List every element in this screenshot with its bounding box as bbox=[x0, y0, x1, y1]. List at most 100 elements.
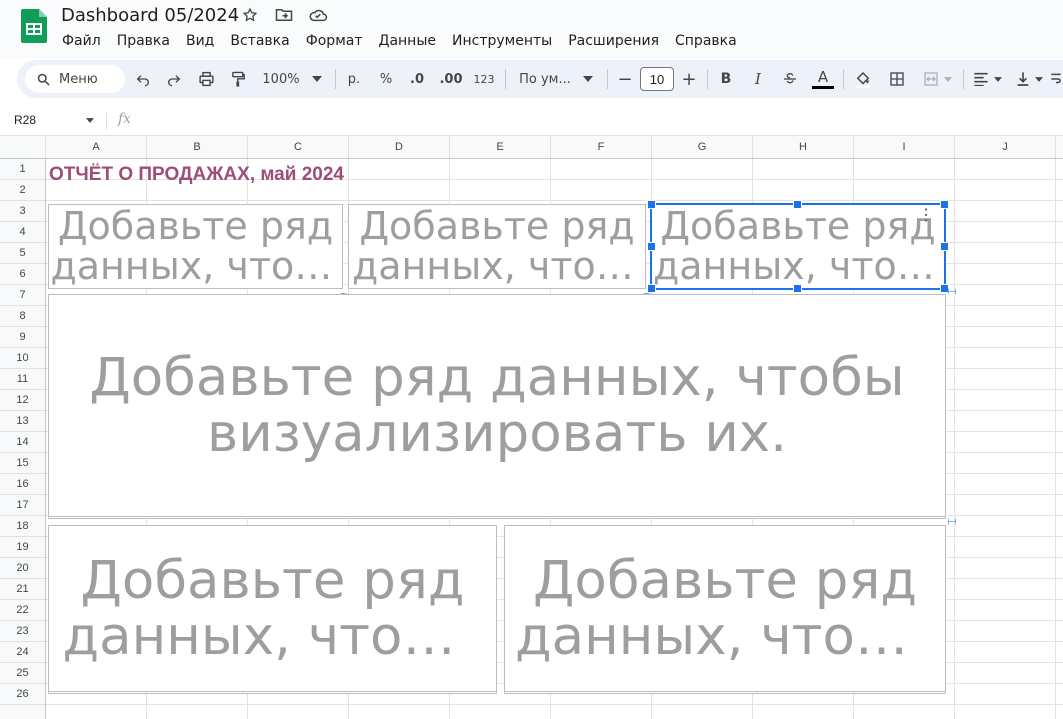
vertical-align-icon[interactable] bbox=[1011, 60, 1047, 98]
merge-cells-icon[interactable] bbox=[917, 60, 957, 98]
chart-placeholder-2[interactable]: Добавьте ряд данных, чтоб... bbox=[348, 204, 646, 289]
column-header[interactable]: J bbox=[955, 136, 1056, 158]
chart-message-line2: данных, чтоб... bbox=[50, 246, 341, 287]
column-header[interactable]: I bbox=[854, 136, 955, 158]
report-title-cell[interactable]: ОТЧЁТ О ПРОДАЖАХ, май 2024 bbox=[49, 164, 344, 186]
column-header[interactable]: H bbox=[753, 136, 854, 158]
chart-message: Добавьте ряд данных, чтобы... bbox=[63, 553, 483, 664]
percent-format-button[interactable]: % bbox=[375, 60, 397, 98]
paint-format-icon[interactable] bbox=[226, 60, 250, 98]
column-header[interactable]: E bbox=[450, 136, 551, 158]
row-header[interactable]: 22 bbox=[0, 600, 45, 621]
column-header[interactable]: G bbox=[652, 136, 753, 158]
font-size-input[interactable]: 10 bbox=[640, 67, 674, 91]
menu-insert[interactable]: Вставка bbox=[222, 31, 297, 51]
resize-handle[interactable] bbox=[940, 200, 949, 209]
row-header[interactable]: 23 bbox=[0, 621, 45, 642]
resize-handle[interactable] bbox=[647, 200, 656, 209]
more-formats-button[interactable]: 123 bbox=[471, 60, 497, 98]
strikethrough-icon[interactable] bbox=[779, 60, 801, 98]
bold-button[interactable]: B bbox=[715, 60, 737, 98]
column-header[interactable]: C bbox=[248, 136, 349, 158]
row-header[interactable]: 19 bbox=[0, 537, 45, 558]
row-header[interactable]: 25 bbox=[0, 663, 45, 684]
menu-edit[interactable]: Правка bbox=[109, 31, 178, 51]
row-header[interactable]: 11 bbox=[0, 369, 45, 390]
row-header[interactable]: 15 bbox=[0, 453, 45, 474]
chart-message-line2: данных, чтоб... bbox=[352, 246, 642, 287]
undo-icon[interactable] bbox=[131, 60, 155, 98]
row-header[interactable]: 2 bbox=[0, 180, 45, 201]
increase-font-size-button[interactable]: + bbox=[679, 60, 699, 98]
row-header[interactable]: 13 bbox=[0, 411, 45, 432]
resize-handle[interactable] bbox=[940, 242, 949, 251]
chart-placeholder-5[interactable]: Добавьте ряд данных, чтобы... bbox=[504, 525, 946, 694]
chart-message-line1: Добавьте ряд bbox=[359, 206, 635, 247]
row-header[interactable]: 5 bbox=[0, 243, 45, 264]
sheets-logo-icon[interactable] bbox=[21, 9, 47, 43]
chart-placeholder-3-selected[interactable]: Добавьте ряд данных, чтоб... ⋮ bbox=[650, 203, 946, 290]
move-to-folder-icon[interactable] bbox=[274, 5, 294, 25]
print-icon[interactable] bbox=[194, 60, 218, 98]
row-header[interactable]: 10 bbox=[0, 348, 45, 369]
decrease-font-size-button[interactable]: − bbox=[615, 60, 635, 98]
chart-menu-icon[interactable]: ⋮ bbox=[918, 208, 934, 224]
redo-icon[interactable] bbox=[162, 60, 186, 98]
resize-handle[interactable] bbox=[793, 200, 802, 209]
row-header[interactable]: 9 bbox=[0, 327, 45, 348]
chevron-down-icon[interactable] bbox=[86, 118, 94, 123]
row-header[interactable]: 17 bbox=[0, 495, 45, 516]
star-icon[interactable] bbox=[240, 5, 260, 25]
borders-icon[interactable] bbox=[885, 60, 909, 98]
document-title[interactable]: Dashboard 05/2024 bbox=[61, 5, 239, 26]
font-family-select[interactable]: По ум... bbox=[513, 60, 599, 98]
chart-placeholder-4[interactable]: Добавьте ряд данных, чтобы... bbox=[48, 525, 497, 694]
chart-placeholder-1[interactable]: Добавьте ряд данных, чтоб... bbox=[48, 204, 343, 289]
italic-button[interactable]: I bbox=[747, 60, 769, 98]
row-header[interactable]: 14 bbox=[0, 432, 45, 453]
menu-tools[interactable]: Инструменты bbox=[444, 31, 560, 51]
zoom-select[interactable]: 100% bbox=[257, 60, 327, 98]
row-header[interactable]: 16 bbox=[0, 474, 45, 495]
select-all-corner[interactable] bbox=[0, 136, 46, 158]
row-header[interactable]: 6 bbox=[0, 264, 45, 285]
row-header[interactable]: 26 bbox=[0, 684, 45, 705]
row-header[interactable]: 20 bbox=[0, 558, 45, 579]
row-header[interactable]: 12 bbox=[0, 390, 45, 411]
menu-format[interactable]: Формат bbox=[298, 31, 371, 51]
menu-help[interactable]: Справка bbox=[667, 31, 745, 51]
increase-decimal-button[interactable]: .00 bbox=[437, 60, 465, 98]
fill-color-icon[interactable] bbox=[851, 60, 875, 98]
chart-message: Добавьте ряд данных, чтоб... bbox=[653, 207, 943, 287]
chevron-down-icon bbox=[943, 76, 952, 82]
chart-placeholder-main[interactable]: Добавьте ряд данных, чтобы визуализирова… bbox=[48, 294, 946, 519]
column-header[interactable]: A bbox=[46, 136, 147, 158]
row-header[interactable]: 7 bbox=[0, 285, 45, 306]
menu-file[interactable]: Файл bbox=[54, 31, 109, 51]
search-menus-input[interactable]: Меню bbox=[25, 65, 125, 93]
row-header[interactable]: 24 bbox=[0, 642, 45, 663]
column-header[interactable]: D bbox=[349, 136, 450, 158]
column-header[interactable]: B bbox=[147, 136, 248, 158]
column-header[interactable]: F bbox=[551, 136, 652, 158]
row-header[interactable]: 4 bbox=[0, 222, 45, 243]
row-header[interactable]: 18 bbox=[0, 516, 45, 537]
toolbar: Меню 100% р. % .0 .00 123 По ум... − 10 … bbox=[17, 60, 1063, 98]
text-color-button[interactable]: A bbox=[811, 60, 835, 98]
row-header[interactable]: 8 bbox=[0, 306, 45, 327]
menu-view[interactable]: Вид bbox=[178, 31, 222, 51]
resize-handle[interactable] bbox=[793, 284, 802, 293]
decrease-decimal-button[interactable]: .0 bbox=[405, 60, 429, 98]
name-box[interactable]: R28 bbox=[14, 113, 36, 127]
menu-extensions[interactable]: Расширения bbox=[560, 31, 667, 51]
row-header[interactable]: 3 bbox=[0, 201, 45, 222]
horizontal-align-icon[interactable] bbox=[969, 60, 1005, 98]
cloud-saved-icon[interactable] bbox=[308, 5, 328, 25]
currency-format-button[interactable]: р. bbox=[343, 60, 365, 98]
search-icon bbox=[37, 73, 50, 86]
menu-data[interactable]: Данные bbox=[371, 31, 445, 51]
text-wrap-icon[interactable] bbox=[1049, 60, 1063, 98]
resize-handle[interactable] bbox=[647, 242, 656, 251]
row-header[interactable]: 21 bbox=[0, 579, 45, 600]
row-header[interactable]: 1 bbox=[0, 159, 45, 180]
